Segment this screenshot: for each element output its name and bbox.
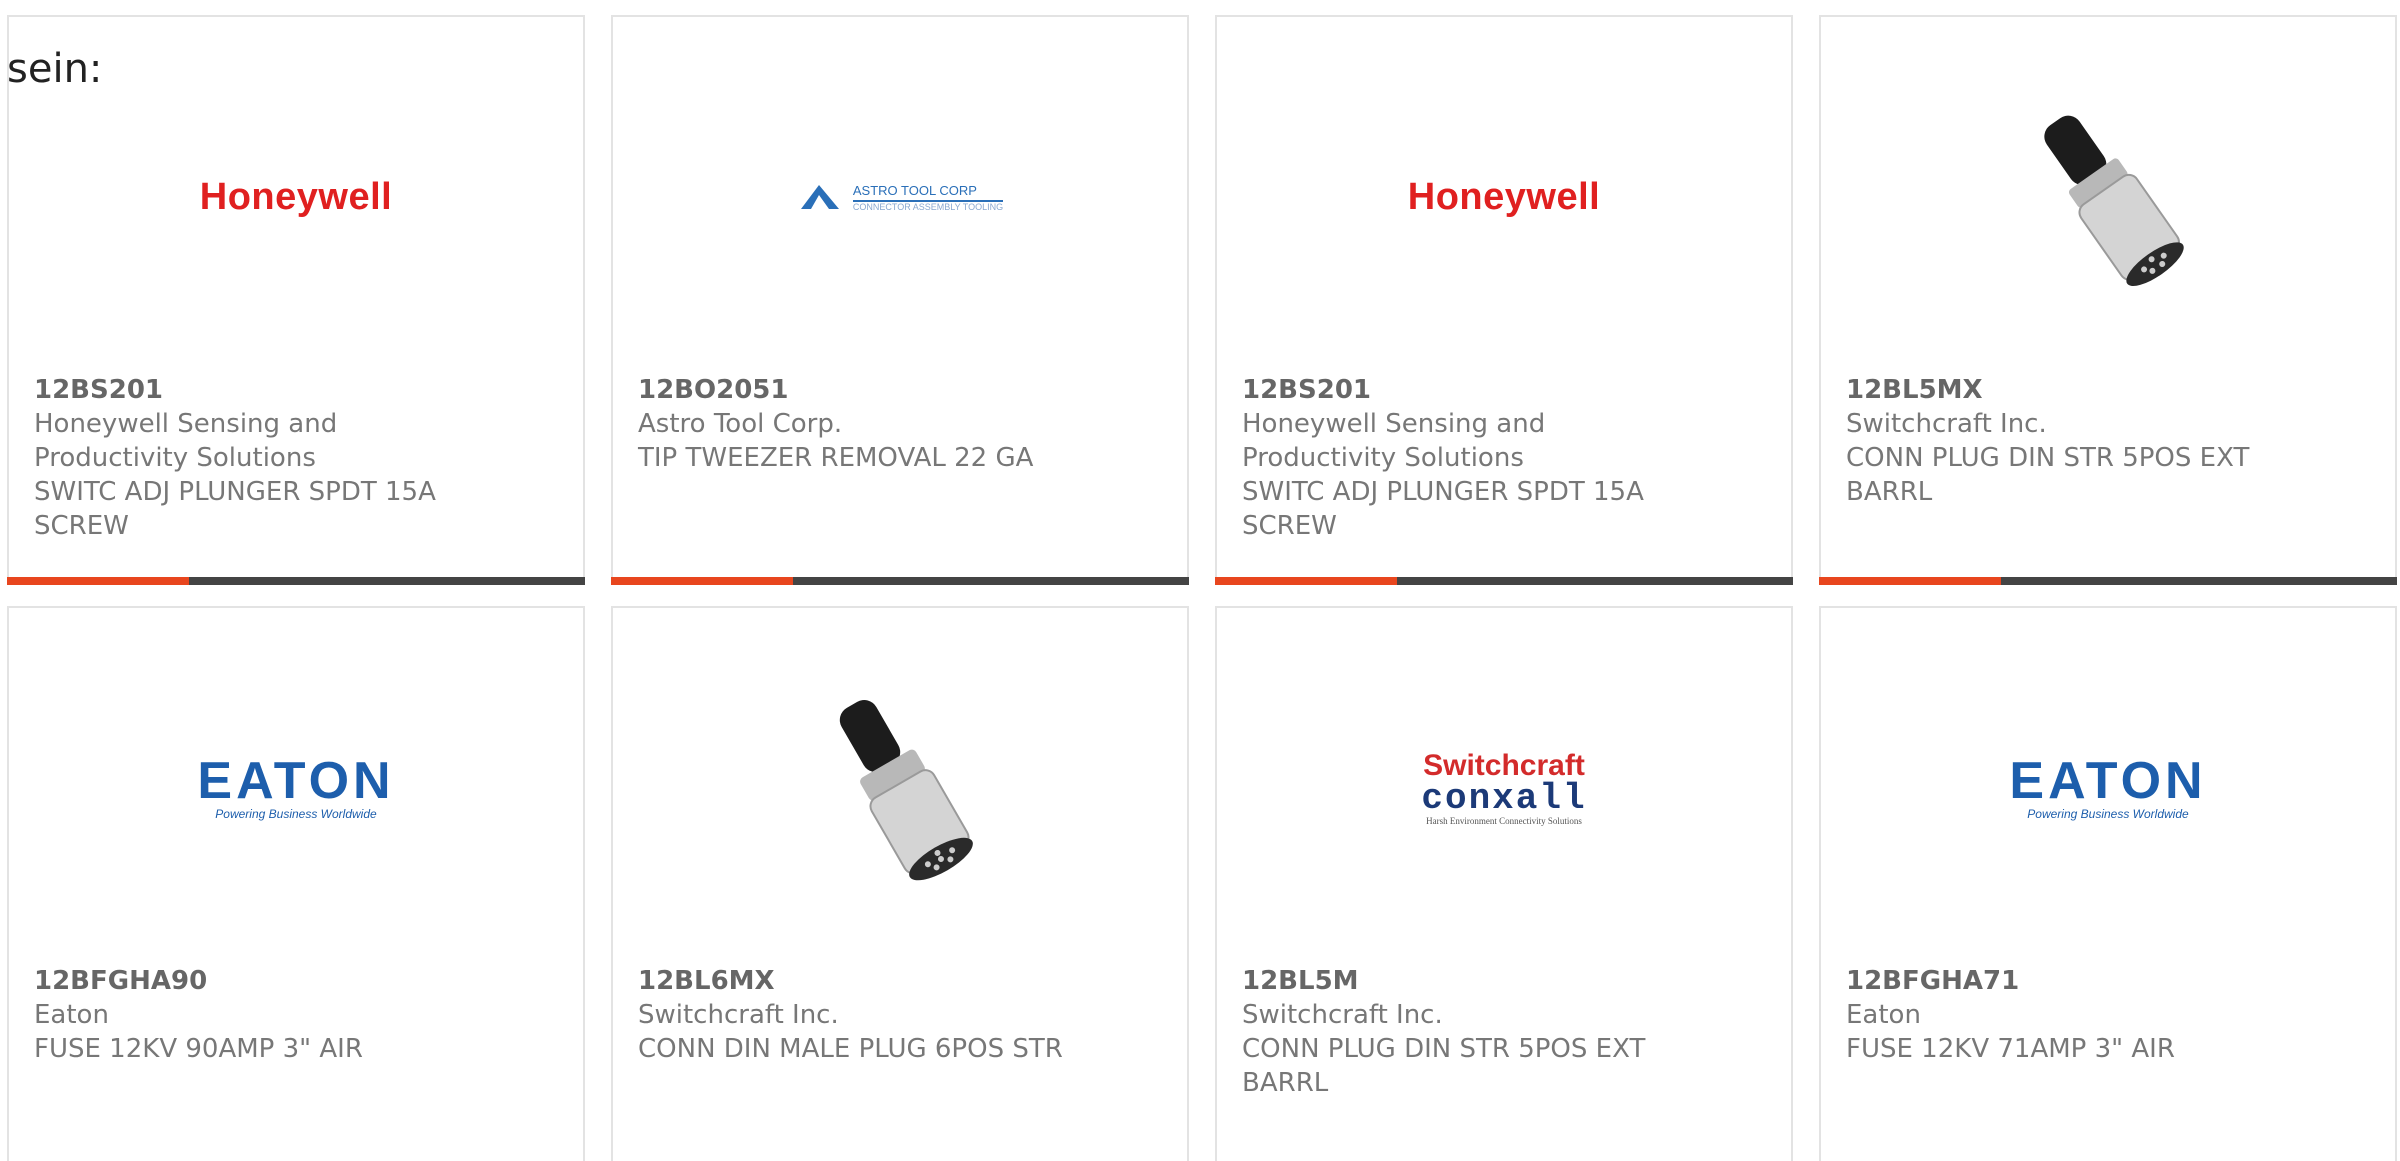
part-number[interactable]: 12BL5M <box>1242 964 1672 998</box>
part-number[interactable]: 12BFGHA71 <box>1846 964 2276 998</box>
description: TIP TWEEZER REMOVAL 22 GA <box>638 443 1034 473</box>
manufacturer: Astro Tool Corp. <box>638 409 843 439</box>
product-grid-page: sein: Honeywell 12BS201 Honeywell Sensin… <box>0 0 2400 1161</box>
product-image[interactable]: EATON Powering Business Worldwide <box>1821 678 2395 898</box>
part-number[interactable]: 12BS201 <box>1242 373 1672 407</box>
description: SWITC ADJ PLUNGER SPDT 15A SCREW <box>34 477 436 541</box>
manufacturer: Switchcraft Inc. <box>638 1000 839 1030</box>
product-image[interactable]: Switchcraft conxall Harsh Environment Co… <box>1217 678 1791 898</box>
card-bottom-bar <box>1215 577 1793 585</box>
manufacturer: Honeywell Sensing and Productivity Solut… <box>1242 409 1546 473</box>
din-plug-icon <box>839 699 973 881</box>
part-number[interactable]: 12BS201 <box>34 373 464 407</box>
part-number[interactable]: 12BFGHA90 <box>34 964 464 998</box>
eaton-logo: EATON Powering Business Worldwide <box>197 752 395 821</box>
manufacturer: Honeywell Sensing and Productivity Solut… <box>34 409 338 473</box>
manufacturer: Eaton <box>1846 1000 1921 1030</box>
din-plug-icon <box>2044 115 2184 287</box>
part-number[interactable]: 12BL6MX <box>638 964 1068 998</box>
description: CONN DIN MALE PLUG 6POS STR <box>638 1034 1063 1064</box>
description: SWITC ADJ PLUNGER SPDT 15A SCREW <box>1242 477 1644 541</box>
part-number[interactable]: 12BO2051 <box>638 373 1068 407</box>
description: CONN PLUG DIN STR 5POS EXT BARRL <box>1242 1034 1646 1098</box>
description: FUSE 12KV 71AMP 3" AIR <box>1846 1034 2175 1064</box>
part-number[interactable]: 12BL5MX <box>1846 373 2276 407</box>
card-bottom-bar <box>7 577 585 585</box>
honeywell-logo: Honeywell <box>199 175 393 218</box>
honeywell-logo: Honeywell <box>1407 175 1601 218</box>
manufacturer: Eaton <box>34 1000 109 1030</box>
product-card[interactable]: EATON Powering Business Worldwide 12BFGH… <box>1819 606 2397 1161</box>
astro-tool-corp-logo: ASTRO TOOL CORP CONNECTOR ASSEMBLY TOOLI… <box>797 181 1004 213</box>
astro-triangle-icon <box>800 185 839 209</box>
product-card[interactable]: Switchcraft conxall Harsh Environment Co… <box>1215 606 1793 1161</box>
product-card[interactable]: EATON Powering Business Worldwide 12BFGH… <box>7 606 585 1161</box>
product-image[interactable]: Honeywell <box>1217 87 1791 307</box>
card-bottom-bar <box>611 577 1189 585</box>
product-card[interactable]: Honeywell 12BS201 Honeywell Sensing and … <box>7 15 585 585</box>
description: FUSE 12KV 90AMP 3" AIR <box>34 1034 363 1064</box>
product-card[interactable]: 12BL5MX Switchcraft Inc. CONN PLUG DIN S… <box>1819 15 2397 585</box>
manufacturer: Switchcraft Inc. <box>1846 409 2047 439</box>
product-card[interactable]: 12BL6MX Switchcraft Inc. CONN DIN MALE P… <box>611 606 1189 1161</box>
eaton-logo: EATON Powering Business Worldwide <box>2009 752 2207 821</box>
product-image[interactable]: ASTRO TOOL CORP CONNECTOR ASSEMBLY TOOLI… <box>613 87 1187 307</box>
product-image[interactable]: EATON Powering Business Worldwide <box>9 678 583 898</box>
product-image[interactable] <box>613 678 1187 898</box>
description: CONN PLUG DIN STR 5POS EXT BARRL <box>1846 443 2250 507</box>
product-image[interactable] <box>1821 87 2395 307</box>
intro-text: sein: <box>7 46 103 92</box>
card-bottom-bar <box>1819 577 2397 585</box>
switchcraft-conxall-logo: Switchcraft conxall Harsh Environment Co… <box>1421 748 1587 826</box>
manufacturer: Switchcraft Inc. <box>1242 1000 1443 1030</box>
product-card[interactable]: Honeywell 12BS201 Honeywell Sensing and … <box>1215 15 1793 585</box>
product-card[interactable]: ASTRO TOOL CORP CONNECTOR ASSEMBLY TOOLI… <box>611 15 1189 585</box>
product-image[interactable]: Honeywell <box>9 87 583 307</box>
